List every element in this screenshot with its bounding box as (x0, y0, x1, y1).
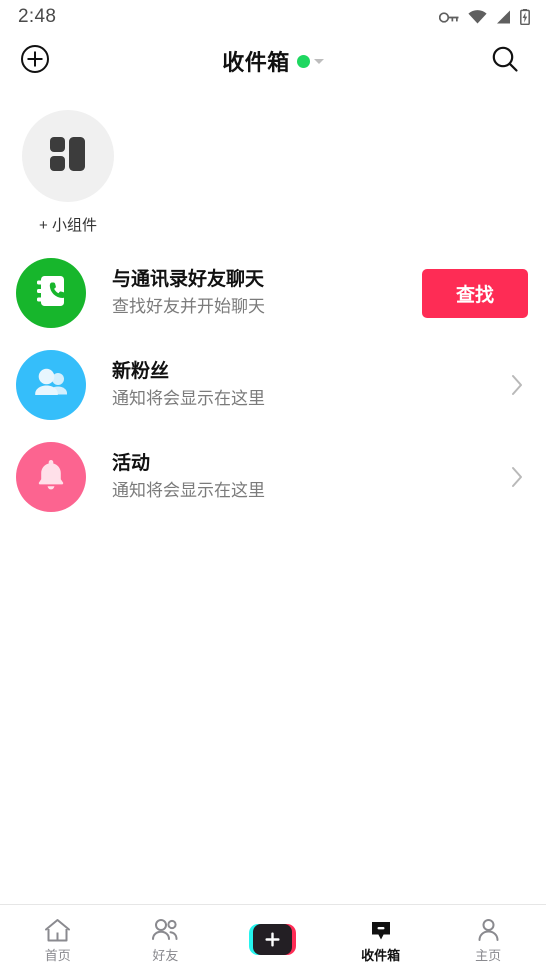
widget-shortcut-area: + 小组件 (0, 88, 546, 241)
two-people-icon (30, 362, 72, 409)
nav-item-create[interactable] (219, 905, 327, 974)
notification-list: 与通讯录好友聊天 查找好友并开始聊天 查找 新粉丝 通知将会显示在这里 活动 通… (0, 241, 546, 523)
status-bar-icons (439, 9, 530, 25)
list-item-subtitle: 通知将会显示在这里 (112, 388, 265, 408)
add-button[interactable] (12, 38, 58, 84)
app-header: 收件箱 (0, 34, 546, 88)
status-bar: 2:48 (0, 0, 546, 34)
avatar (16, 442, 86, 512)
nav-label-home: 首页 (44, 947, 71, 963)
header-title-group: 收件箱 (0, 45, 546, 77)
bell-icon (32, 456, 70, 499)
list-item-text: 活动 通知将会显示在这里 (112, 451, 506, 503)
avatar (16, 258, 86, 328)
create-core (253, 924, 293, 955)
list-item-text: 新粉丝 通知将会显示在这里 (112, 359, 506, 411)
inbox-screen: 2:48 收件箱 + 小组件 与通讯录好友聊天 查找好友并开始聊天 查找 新粉丝… (0, 0, 546, 974)
nav-item-home[interactable]: 首页 (4, 905, 112, 974)
find-friends-button[interactable]: 查找 (421, 268, 528, 318)
list-item[interactable]: 新粉丝 通知将会显示在这里 (0, 339, 546, 431)
chevron-right-icon[interactable] (506, 373, 528, 397)
chevron-right-icon[interactable] (506, 465, 528, 489)
bottom-navigation: 首页 好友 收件箱 主页 (0, 904, 546, 974)
nav-item-friends[interactable]: 好友 (112, 905, 220, 974)
list-item-subtitle: 通知将会显示在这里 (112, 480, 265, 500)
list-item[interactable]: 与通讯录好友聊天 查找好友并开始聊天 查找 (0, 247, 546, 339)
nav-label-profile: 主页 (475, 947, 502, 963)
widget-grid-icon (47, 133, 89, 180)
list-item-title: 活动 (112, 452, 151, 474)
add-widget-button[interactable]: + 小组件 (22, 110, 114, 235)
list-item-title: 与通讯录好友聊天 (112, 268, 265, 290)
page-title: 收件箱 (222, 50, 290, 75)
status-bar-time: 2:48 (18, 6, 57, 27)
contact-book-phone-icon (31, 271, 71, 316)
cellular-signal-icon (496, 10, 511, 24)
wifi-icon (468, 10, 487, 24)
nav-label-friends: 好友 (152, 947, 179, 963)
profile-person-icon (476, 918, 501, 944)
nav-item-inbox[interactable]: 收件箱 (327, 905, 435, 974)
plus-create-icon[interactable] (249, 924, 297, 955)
presence-online-dot (296, 54, 310, 68)
presence-status-dropdown[interactable] (296, 54, 324, 68)
add-widget-label: + 小组件 (39, 217, 97, 234)
inbox-message-icon (368, 918, 394, 944)
search-icon (490, 44, 520, 79)
widget-circle (22, 110, 114, 202)
friends-icon (150, 918, 180, 944)
nav-item-profile[interactable]: 主页 (434, 905, 542, 974)
plus-circle-icon (20, 44, 50, 79)
list-item-text: 与通讯录好友聊天 查找好友并开始聊天 (112, 267, 422, 319)
avatar (16, 350, 86, 420)
home-icon (44, 918, 71, 944)
battery-charging-icon (520, 9, 530, 25)
vpn-key-icon (439, 11, 459, 24)
chevron-down-icon (313, 58, 324, 64)
search-button[interactable] (482, 38, 528, 84)
list-item-subtitle: 查找好友并开始聊天 (112, 296, 265, 316)
nav-label-inbox: 收件箱 (361, 947, 401, 963)
list-item-title: 新粉丝 (112, 360, 170, 382)
list-item[interactable]: 活动 通知将会显示在这里 (0, 431, 546, 523)
